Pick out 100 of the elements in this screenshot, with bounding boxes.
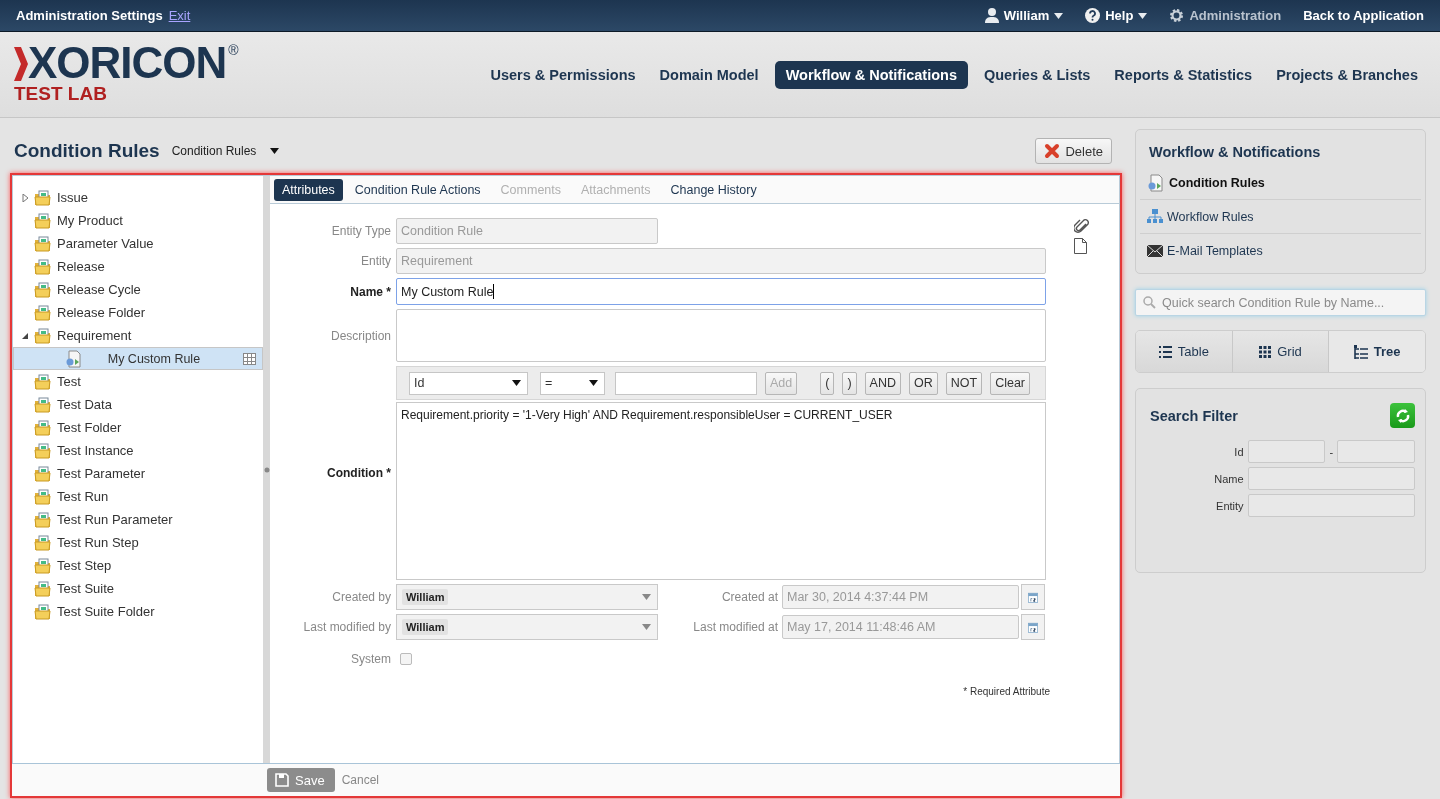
tree-item[interactable]: Test Run Step bbox=[13, 531, 263, 554]
folder-icon bbox=[34, 511, 52, 528]
tree-item[interactable]: Test Suite bbox=[13, 577, 263, 600]
tree-item[interactable]: Requirement bbox=[13, 324, 263, 347]
collapse-toggle-icon[interactable] bbox=[21, 331, 29, 340]
exit-link[interactable]: Exit bbox=[168, 8, 191, 23]
tab[interactable]: Change History bbox=[662, 178, 765, 201]
user-icon bbox=[984, 8, 999, 23]
operator-button[interactable]: ( bbox=[820, 371, 835, 395]
operator-button[interactable]: OR bbox=[909, 371, 938, 395]
folder-icon bbox=[34, 304, 52, 321]
field-label: System bbox=[351, 652, 391, 666]
user-menu[interactable]: William bbox=[984, 8, 1064, 23]
view-toggle[interactable]: Grid bbox=[1232, 331, 1330, 372]
caret-icon bbox=[1054, 12, 1064, 19]
folder-icon bbox=[34, 580, 52, 597]
tree-item[interactable]: Test bbox=[13, 370, 263, 393]
operator-button[interactable]: ) bbox=[842, 371, 857, 395]
tree-item[interactable]: Test Suite Folder bbox=[13, 600, 263, 623]
tab[interactable]: Condition Rule Actions bbox=[346, 178, 489, 201]
calendar-button[interactable] bbox=[1021, 584, 1045, 610]
tree-item[interactable]: Test Run bbox=[13, 485, 263, 508]
field-select[interactable]: Id bbox=[409, 371, 528, 395]
tree-item[interactable]: Issue bbox=[13, 186, 263, 209]
value-field[interactable] bbox=[615, 371, 757, 395]
name-field[interactable]: My Custom Rule bbox=[396, 278, 1046, 305]
sidebar-item[interactable]: E-Mail Templates bbox=[1140, 234, 1421, 267]
document-icon[interactable] bbox=[1074, 238, 1087, 254]
name-filter-field[interactable] bbox=[1247, 467, 1415, 490]
delete-x-icon bbox=[1044, 143, 1061, 159]
tree-item[interactable]: My Product bbox=[13, 209, 263, 232]
field-label: Name * bbox=[350, 284, 391, 299]
nav-tab[interactable]: Domain Model bbox=[651, 60, 767, 89]
tree-item[interactable]: Test Parameter bbox=[13, 462, 263, 485]
folder-icon bbox=[34, 212, 52, 229]
tab[interactable]: Attributes bbox=[274, 178, 343, 201]
tree-item[interactable]: Test Step bbox=[13, 554, 263, 577]
gear-icon[interactable] bbox=[1169, 8, 1185, 23]
help-menu[interactable]: Help bbox=[1085, 8, 1148, 23]
splitter-handle-icon[interactable] bbox=[263, 466, 270, 473]
nav-tab[interactable]: Queries & Lists bbox=[976, 60, 1099, 89]
field-label: Last modified at bbox=[692, 620, 779, 634]
tree-item[interactable]: Test Folder bbox=[13, 416, 263, 439]
id-from-field[interactable] bbox=[1247, 440, 1326, 463]
operator-button[interactable]: AND bbox=[864, 371, 901, 395]
entity-filter-field[interactable] bbox=[1247, 494, 1415, 517]
grid-icon[interactable] bbox=[242, 352, 256, 365]
filter-label: Name bbox=[1213, 472, 1245, 485]
nav-tab[interactable]: Users & Permissions bbox=[482, 60, 644, 89]
tree-item[interactable]: Release Cycle bbox=[13, 278, 263, 301]
last-modified-by-select[interactable]: William bbox=[396, 614, 658, 640]
view-toggle[interactable]: Tree bbox=[1329, 331, 1425, 372]
view-select[interactable]: Condition Rules bbox=[171, 144, 280, 158]
folder-icon bbox=[34, 534, 52, 551]
field-label: Description bbox=[330, 328, 391, 343]
caret-icon bbox=[642, 594, 651, 600]
operator-button[interactable]: NOT bbox=[945, 371, 983, 395]
calendar-button[interactable] bbox=[1021, 614, 1045, 640]
nav-tab[interactable]: Reports & Statistics bbox=[1106, 60, 1261, 89]
tree-item[interactable]: Release Folder bbox=[13, 301, 263, 324]
field-label: Created at bbox=[720, 590, 779, 604]
system-checkbox[interactable] bbox=[400, 653, 412, 665]
filter-label: Id bbox=[1233, 445, 1245, 458]
sidebar-item[interactable]: Workflow Rules bbox=[1140, 200, 1421, 234]
tree-item[interactable]: Test Run Parameter bbox=[13, 508, 263, 531]
quick-search-field[interactable]: Quick search Condition Rule by Name... bbox=[1135, 289, 1426, 316]
created-by-select[interactable]: William bbox=[396, 584, 658, 610]
tree-item[interactable]: Test Instance bbox=[13, 439, 263, 462]
nav-tab[interactable]: Workflow & Notifications bbox=[774, 60, 968, 89]
tree-item[interactable]: Test Data bbox=[13, 393, 263, 416]
refresh-button[interactable] bbox=[1390, 403, 1415, 428]
sidebar-item[interactable]: Condition Rules bbox=[1140, 166, 1421, 200]
id-to-field[interactable] bbox=[1337, 440, 1415, 463]
folder-icon bbox=[34, 235, 52, 252]
field-label: Entity Type bbox=[331, 224, 391, 238]
nav-tab[interactable]: Projects & Branches bbox=[1268, 60, 1426, 89]
condition-expression-field[interactable]: Requirement.priority = '1-Very High' AND Requirement.responsibleUser = CURRENT_USER bbox=[396, 402, 1046, 580]
folder-icon bbox=[34, 465, 52, 482]
list-icon bbox=[1158, 345, 1172, 358]
expand-toggle-icon[interactable] bbox=[21, 193, 29, 202]
tree-item[interactable]: Parameter Value bbox=[13, 232, 263, 255]
back-to-application-link[interactable]: Back to Application bbox=[1303, 8, 1424, 23]
tree-item[interactable]: Release bbox=[13, 255, 263, 278]
tree-item[interactable]: My Custom Rule bbox=[13, 347, 263, 370]
operator-button[interactable]: Clear bbox=[990, 371, 1030, 395]
folder-icon bbox=[34, 419, 52, 436]
filter-label: Entity bbox=[1215, 499, 1245, 512]
delete-button[interactable]: Delete bbox=[1035, 138, 1112, 164]
envelope-icon bbox=[1147, 244, 1163, 257]
cancel-link[interactable]: Cancel bbox=[341, 773, 379, 787]
field-label: Entity bbox=[361, 254, 391, 268]
operator-select[interactable]: = bbox=[540, 371, 605, 395]
paperclip-icon[interactable] bbox=[1074, 218, 1090, 235]
registered-mark: ® bbox=[228, 41, 239, 58]
view-toggle[interactable]: Table bbox=[1136, 331, 1233, 372]
page-title: Condition Rules bbox=[14, 140, 160, 162]
floppy-icon bbox=[275, 773, 289, 787]
refresh-icon bbox=[1394, 407, 1411, 424]
description-field[interactable] bbox=[396, 309, 1046, 362]
help-icon bbox=[1085, 8, 1101, 23]
